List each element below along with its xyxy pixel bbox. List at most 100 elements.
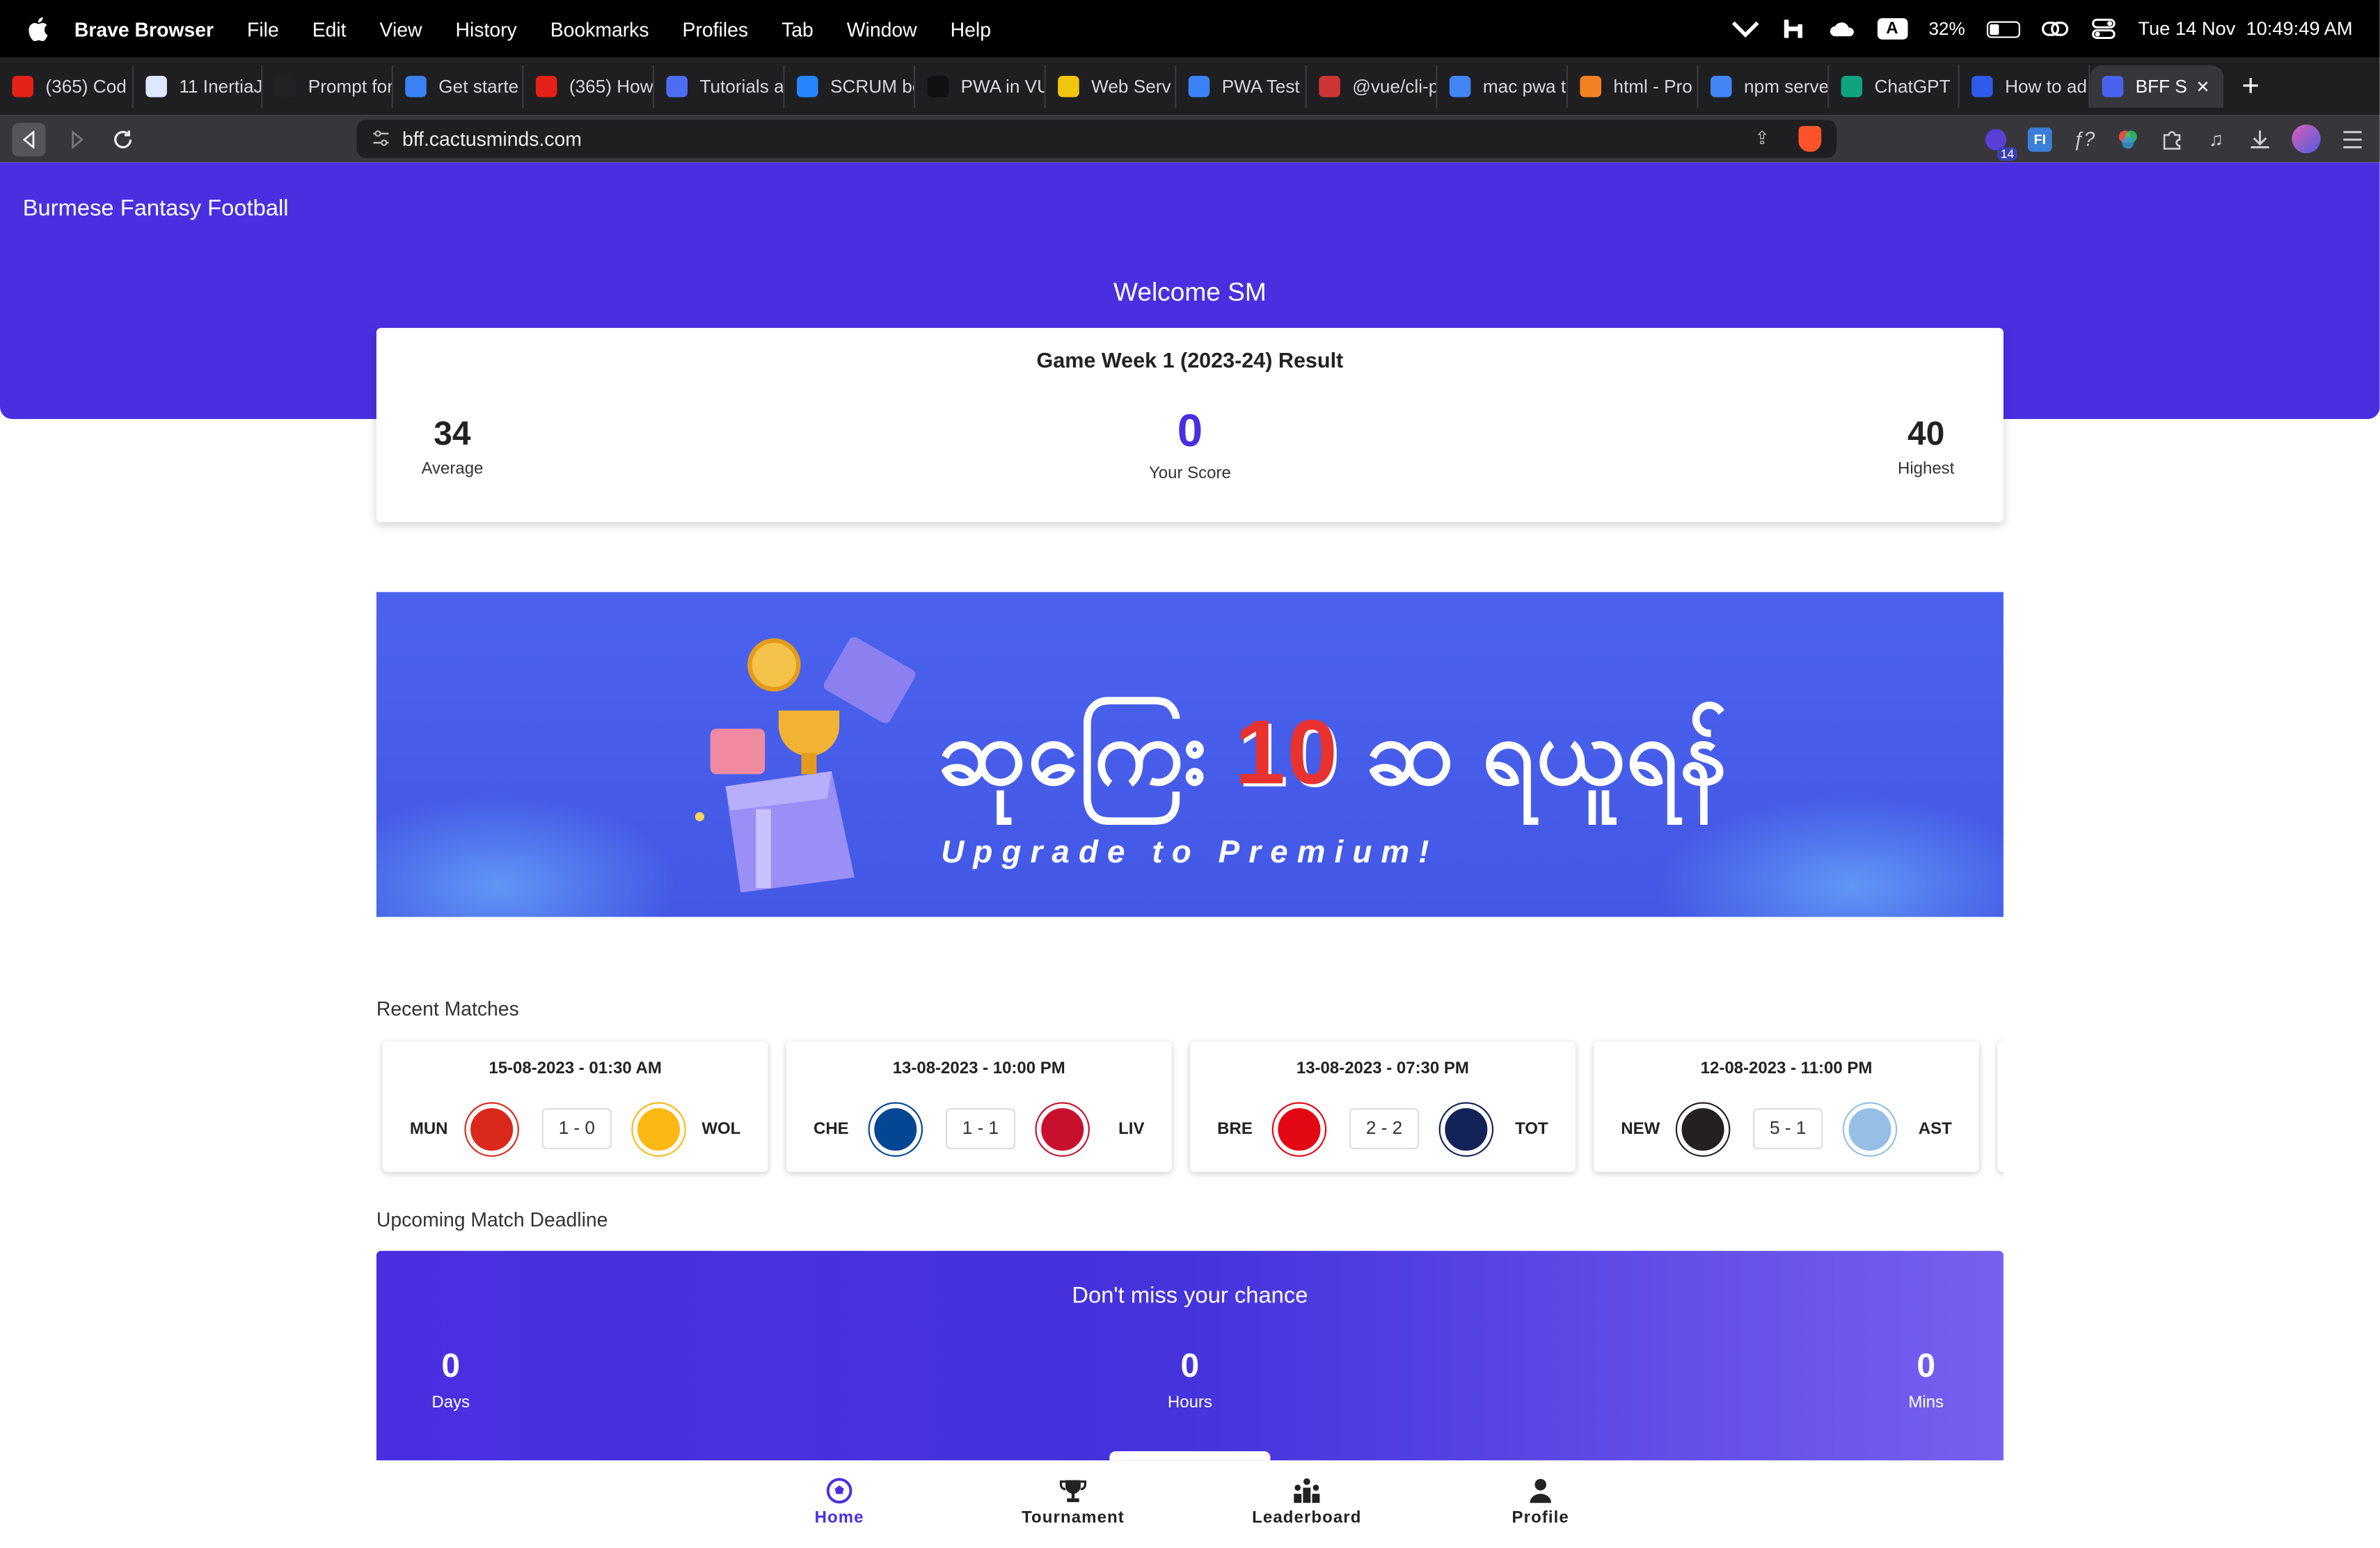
nav-leaderboard[interactable]: Leaderboard bbox=[1239, 1477, 1375, 1527]
home-team-crest-icon bbox=[466, 1103, 518, 1155]
tab-favicon-icon bbox=[1580, 76, 1601, 97]
browser-tab[interactable]: 11 InertiaJs bbox=[134, 65, 263, 108]
match-score: 1 - 0 bbox=[541, 1108, 612, 1150]
clock[interactable]: Tue 14 Nov 10:49:49 AM bbox=[2138, 18, 2352, 40]
browser-tab[interactable]: (365) How bbox=[523, 65, 655, 108]
downloads-icon[interactable] bbox=[2248, 127, 2272, 151]
premium-promo-banner[interactable]: ဆုကြေး 10 ဆ ရယူရန် Upgrade to Premium! bbox=[376, 592, 2004, 917]
menu-window[interactable]: Window bbox=[847, 17, 917, 40]
profile-avatar-icon[interactable] bbox=[2292, 124, 2321, 154]
site-settings-icon[interactable] bbox=[372, 129, 390, 147]
browser-tab[interactable]: How to ad bbox=[1960, 65, 2091, 108]
menu-file[interactable]: File bbox=[247, 17, 279, 40]
fi-extension-icon[interactable]: FI bbox=[2027, 127, 2052, 152]
match-score: 2 - 2 bbox=[1349, 1108, 1420, 1150]
tab-favicon-icon bbox=[1058, 76, 1079, 97]
address-bar[interactable]: bff.cactusminds.com ⇪ bbox=[356, 120, 1837, 158]
tab-title: (365) Cod bbox=[45, 76, 127, 97]
brave-shields-icon[interactable] bbox=[1798, 126, 1822, 152]
browser-tab[interactable]: BFF S ✕ bbox=[2090, 65, 2224, 108]
browser-tab[interactable]: Get starte bbox=[393, 65, 524, 108]
browser-tab[interactable]: npm serve bbox=[1699, 65, 1830, 108]
nav-home[interactable]: Home bbox=[771, 1477, 907, 1527]
match-date: 13-08-2023 - 10:00 PM bbox=[892, 1059, 1065, 1078]
app-brand[interactable]: Burmese Fantasy Football bbox=[23, 196, 289, 221]
reload-button[interactable] bbox=[106, 123, 140, 156]
banner-headline-suffix: ဆ ရယူရန် bbox=[1365, 701, 1729, 803]
browser-tab[interactable]: ChatGPT bbox=[1829, 65, 1960, 108]
new-tab-button[interactable]: + bbox=[2242, 69, 2259, 104]
tab-title: mac pwa t bbox=[1482, 76, 1566, 97]
browser-tab[interactable]: PWA in VU bbox=[915, 65, 1046, 108]
match-card[interactable]: 15-08-2023 - 01:30 AM MUN 1 - 0 WOL bbox=[382, 1041, 768, 1172]
browser-tab[interactable]: mac pwa t bbox=[1437, 65, 1568, 108]
match-card[interactable]: 13-08-2023 - 07:30 PM BRE 2 - 2 TOT bbox=[1189, 1041, 1576, 1172]
tab-favicon-icon bbox=[1710, 76, 1732, 97]
highest-label: Highest bbox=[1897, 459, 1955, 479]
color-picker-icon[interactable] bbox=[2116, 127, 2140, 151]
tab-favicon-icon bbox=[1841, 76, 1863, 97]
back-button[interactable] bbox=[12, 122, 46, 156]
tab-title: 11 InertiaJs bbox=[179, 76, 263, 97]
macos-menubar: Brave Browser File Edit View History Boo… bbox=[0, 0, 2380, 58]
tab-favicon-icon bbox=[535, 76, 557, 97]
menu-tab[interactable]: Tab bbox=[782, 17, 814, 40]
share-icon[interactable]: ⇪ bbox=[1754, 127, 1770, 149]
tab-title: How to ad bbox=[2005, 76, 2087, 97]
countdown-mins: 0 Mins bbox=[1880, 1347, 1972, 1412]
cloud-icon[interactable] bbox=[1828, 18, 1855, 40]
hamburger-menu-icon[interactable] bbox=[2340, 127, 2365, 151]
h-app-icon[interactable] bbox=[1780, 18, 1807, 40]
browser-tab[interactable]: Web Serv bbox=[1046, 65, 1177, 108]
browser-tab[interactable]: Prompt for bbox=[262, 65, 393, 108]
forward-button[interactable] bbox=[61, 123, 94, 156]
browser-tab[interactable]: SCRUM bo bbox=[785, 65, 916, 108]
tab-title: Tutorials a bbox=[699, 76, 784, 97]
menu-bookmarks[interactable]: Bookmarks bbox=[550, 17, 649, 40]
menu-edit[interactable]: Edit bbox=[312, 17, 347, 40]
banner-subtitle: Upgrade to Premium! bbox=[941, 835, 1438, 870]
menu-profiles[interactable]: Profiles bbox=[683, 17, 749, 40]
extensions-puzzle-icon[interactable] bbox=[2160, 127, 2184, 151]
leaderboard-icon bbox=[1294, 1478, 1320, 1503]
browser-tab[interactable]: html - Pro bbox=[1568, 65, 1699, 108]
battery-icon[interactable] bbox=[1986, 20, 2020, 38]
browser-tab[interactable]: (365) Cod bbox=[0, 65, 134, 108]
nav-profile[interactable]: Profile bbox=[1473, 1477, 1609, 1527]
apple-icon[interactable] bbox=[27, 17, 49, 41]
match-card[interactable]: 12-08-2023 - 11:00 PM NEW 5 - 1 AST bbox=[1594, 1041, 1980, 1172]
browser-tab[interactable]: Tutorials a bbox=[654, 65, 785, 108]
input-source-icon[interactable]: A bbox=[1877, 18, 1907, 40]
extension-badge-count: 14 bbox=[1997, 146, 2017, 161]
browser-tab[interactable]: @vue/cli-p bbox=[1307, 65, 1438, 108]
tab-title: Get starte bbox=[438, 76, 519, 97]
tab-title: html - Pro bbox=[1613, 76, 1692, 97]
nav-tournament[interactable]: Tournament bbox=[1005, 1477, 1141, 1527]
nav-tournament-label: Tournament bbox=[1022, 1508, 1125, 1528]
menu-history[interactable]: History bbox=[456, 17, 517, 40]
close-tab-icon[interactable]: ✕ bbox=[2196, 77, 2210, 96]
tab-title: SCRUM bo bbox=[830, 76, 916, 97]
hours-value: 0 bbox=[1180, 1346, 1200, 1385]
away-team-crest-icon bbox=[1843, 1103, 1896, 1155]
extension-badge-icon[interactable]: 14 bbox=[1984, 127, 2017, 161]
match-card[interactable]: 13-08-2023 - 10:00 PM CHE 1 - 1 LIV bbox=[786, 1041, 1172, 1172]
match-card-peek[interactable] bbox=[1997, 1041, 2004, 1172]
tab-favicon-icon bbox=[797, 76, 818, 97]
hammock-icon[interactable] bbox=[1731, 18, 1759, 40]
away-team-crest-icon bbox=[633, 1103, 685, 1155]
recent-matches-carousel[interactable]: 15-08-2023 - 01:30 AM MUN 1 - 0 WOL 13-08-20… bbox=[376, 1035, 2004, 1179]
menu-help[interactable]: Help bbox=[951, 17, 991, 40]
home-team-crest-icon bbox=[869, 1103, 921, 1155]
your-score-label: Your Score bbox=[1148, 464, 1231, 483]
menu-view[interactable]: View bbox=[380, 17, 422, 40]
media-music-icon[interactable]: ♫ bbox=[2204, 127, 2228, 151]
font-finder-icon[interactable]: ƒ? bbox=[2072, 127, 2096, 151]
away-team-code: WOL bbox=[701, 1120, 741, 1139]
control-center-icon[interactable] bbox=[2090, 18, 2117, 40]
menu-app-name[interactable]: Brave Browser bbox=[74, 17, 214, 40]
browser-tab[interactable]: PWA Test bbox=[1176, 65, 1307, 108]
home-team-code: NEW bbox=[1621, 1120, 1660, 1139]
screen-mirroring-icon[interactable] bbox=[2041, 18, 2068, 40]
status-area: A 32% Tue 14 Nov 10:49:49 AM bbox=[1731, 0, 2353, 58]
